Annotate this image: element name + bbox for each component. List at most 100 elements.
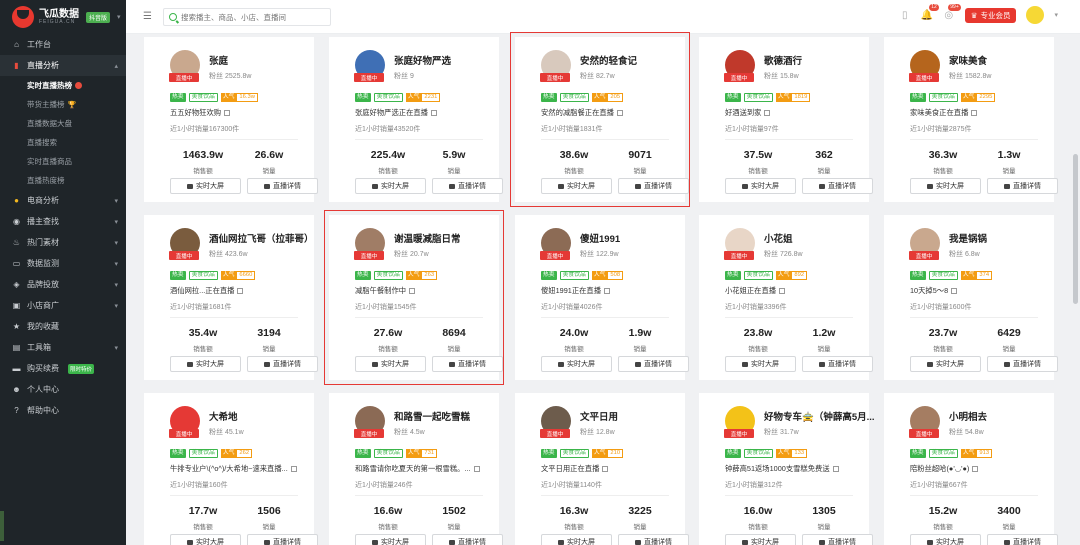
live-detail-button[interactable]: 直播详情 xyxy=(618,178,689,194)
sidebar-item-help[interactable]: ? 帮助中心 xyxy=(0,400,126,421)
anchor-avatar[interactable]: 直播中 xyxy=(540,406,571,438)
realtime-screen-button[interactable]: 实时大屏 xyxy=(170,534,241,545)
sidebar-item-live-analysis[interactable]: ▮ 直播分析 ▴ xyxy=(0,55,126,76)
edition-badge[interactable]: 抖音版 xyxy=(86,11,111,23)
anchor-name[interactable]: 谢温暖减脂日常 xyxy=(394,231,461,245)
live-detail-button[interactable]: 直播详情 xyxy=(802,534,873,545)
live-card[interactable]: 直播中 谢温暖减脂日常 粉丝 20.7w 热卖 美食饮品 人气 263 减脂午餐… xyxy=(324,210,504,385)
live-card[interactable]: 直播中 和路雪一起吃雪糕 粉丝 4.5w 热卖 美食饮品 人气 731 和路雪请… xyxy=(329,393,503,545)
realtime-screen-button[interactable]: 实时大屏 xyxy=(355,356,426,372)
anchor-avatar[interactable]: 直播中 xyxy=(540,50,571,82)
scrollbar[interactable] xyxy=(1071,34,1080,545)
realtime-screen-button[interactable]: 实时大屏 xyxy=(170,356,241,372)
live-card[interactable]: 直播中 家味美食 粉丝 1582.8w 热卖 美食饮品 人气 2295 家味美食… xyxy=(884,37,1058,202)
anchor-name[interactable]: 文平日用 xyxy=(580,409,618,423)
sidebar-subitem-live-goods[interactable]: 实时直播商品 xyxy=(0,152,126,171)
sidebar-item-anchor-search[interactable]: ◉ 播主查找 ▾ xyxy=(0,211,126,232)
side-drag-handle[interactable] xyxy=(0,511,4,541)
anchor-avatar[interactable]: 直播中 xyxy=(724,50,755,82)
sidebar-subitem-live-dashboard[interactable]: 直播数据大盘 xyxy=(0,114,126,133)
bell-icon[interactable]: 🔔 12 xyxy=(921,4,939,21)
anchor-avatar[interactable]: 直播中 xyxy=(540,228,571,260)
anchor-name[interactable]: 小明相去 xyxy=(949,409,987,423)
live-card[interactable]: 直播中 小明相去 粉丝 54.8w 热卖 美食饮品 人气 913 陪粉丝超哈(●… xyxy=(884,393,1058,545)
anchor-avatar[interactable]: 直播中 xyxy=(909,50,940,82)
qrcode-icon[interactable] xyxy=(237,288,244,294)
sidebar-subitem-live-search[interactable]: 直播搜索 xyxy=(0,133,126,152)
realtime-screen-button[interactable]: 实时大屏 xyxy=(725,534,796,545)
live-card[interactable]: 直播中 歌德酒行 粉丝 15.8w 热卖 美食饮品 人气 1819 好酒送到家 … xyxy=(699,37,873,202)
anchor-name[interactable]: 好物专车🚖（钟薛高5月... xyxy=(764,409,875,423)
anchor-name[interactable]: 家味美食 xyxy=(949,53,991,67)
avatar[interactable] xyxy=(1026,6,1045,24)
anchor-avatar[interactable]: 直播中 xyxy=(354,50,385,82)
anchor-name[interactable]: 大希地 xyxy=(209,409,244,423)
live-detail-button[interactable]: 直播详情 xyxy=(432,534,503,545)
sidebar-item-ecommerce[interactable]: ● 电商分析 ▾ xyxy=(0,190,126,211)
qrcode-icon[interactable] xyxy=(971,110,978,116)
sidebar-item-hot-material[interactable]: ♨ 热门素材 ▾ xyxy=(0,232,126,253)
anchor-avatar[interactable]: 直播中 xyxy=(354,406,385,438)
anchor-name[interactable]: 张庭 xyxy=(209,53,251,67)
anchor-avatar[interactable]: 直播中 xyxy=(724,406,755,438)
realtime-screen-button[interactable]: 实时大屏 xyxy=(910,178,981,194)
qrcode-icon[interactable] xyxy=(604,288,611,294)
logo[interactable]: 飞瓜数据 FEIGUA.CN 抖音版 ▾ xyxy=(0,0,126,34)
live-detail-button[interactable]: 直播详情 xyxy=(247,534,318,545)
live-detail-button[interactable]: 直播详情 xyxy=(987,356,1058,372)
anchor-name[interactable]: 歌德酒行 xyxy=(764,53,802,67)
sidebar-item-profile[interactable]: ☻ 个人中心 xyxy=(0,379,126,400)
live-card[interactable]: 直播中 文平日用 粉丝 12.8w 热卖 美食饮品 人气 210 文平日用正在直… xyxy=(515,393,689,545)
live-detail-button[interactable]: 直播详情 xyxy=(618,356,689,372)
anchor-avatar[interactable]: 直播中 xyxy=(169,228,200,260)
sidebar-item-brand[interactable]: ◈ 品牌投放 ▾ xyxy=(0,274,126,295)
sidebar-item-purchase[interactable]: ▬ 购买续费 限时特价 xyxy=(0,358,126,379)
anchor-avatar[interactable]: 直播中 xyxy=(909,406,940,438)
live-detail-button[interactable]: 直播详情 xyxy=(618,534,689,545)
qrcode-icon[interactable] xyxy=(764,110,771,116)
anchor-name[interactable]: 张庭好物严选 xyxy=(394,53,451,67)
sidebar-item-toolbox[interactable]: ▤ 工具箱 ▾ xyxy=(0,337,126,358)
realtime-screen-button[interactable]: 实时大屏 xyxy=(355,178,426,194)
qrcode-icon[interactable] xyxy=(473,466,480,472)
live-card[interactable]: 直播中 酒仙网拉飞哥（拉菲哥） 粉丝 423.6w 热卖 美食饮品 人气 666… xyxy=(144,215,318,380)
live-detail-button[interactable]: 直播详情 xyxy=(432,178,503,194)
live-detail-button[interactable]: 直播详情 xyxy=(802,356,873,372)
realtime-screen-button[interactable]: 实时大屏 xyxy=(910,356,981,372)
chevron-down-icon[interactable]: ▾ xyxy=(1054,11,1058,19)
qrcode-icon[interactable] xyxy=(430,110,437,116)
sidebar-subitem-live-hot[interactable]: 实时直播热榜 xyxy=(0,76,126,95)
live-card[interactable]: 直播中 大希地 粉丝 45.1w 热卖 美食饮品 人气 262 牛排专业户\(^… xyxy=(144,393,318,545)
qrcode-icon[interactable] xyxy=(972,466,979,472)
sidebar-item-shop-ads[interactable]: ▣ 小店商广 ▾ xyxy=(0,295,126,316)
realtime-screen-button[interactable]: 实时大屏 xyxy=(725,356,796,372)
realtime-screen-button[interactable]: 实时大屏 xyxy=(541,534,612,545)
live-detail-button[interactable]: 直播详情 xyxy=(987,178,1058,194)
search-input[interactable] xyxy=(181,12,321,22)
live-detail-button[interactable]: 直播详情 xyxy=(247,178,318,194)
live-card[interactable]: 直播中 我是锅锅 粉丝 6.8w 热卖 美食饮品 人气 374 10天掉5～8 … xyxy=(884,215,1058,380)
live-card[interactable]: 直播中 小花姐 粉丝 726.8w 热卖 美食饮品 人气 892 小花姐正在直播… xyxy=(699,215,873,380)
realtime-screen-button[interactable]: 实时大屏 xyxy=(170,178,241,194)
qrcode-icon[interactable] xyxy=(290,466,297,472)
chevron-down-icon[interactable]: ▾ xyxy=(117,13,121,21)
menu-toggle-icon[interactable]: ☰ xyxy=(143,11,152,22)
live-card[interactable]: 直播中 张庭好物严选 粉丝 9 热卖 美食饮品 人气 2231 张庭好物严选正在… xyxy=(329,37,503,202)
qrcode-icon[interactable] xyxy=(779,288,786,294)
anchor-name[interactable]: 傻妞1991 xyxy=(580,231,620,245)
live-detail-button[interactable]: 直播详情 xyxy=(432,356,503,372)
realtime-screen-button[interactable]: 实时大屏 xyxy=(910,534,981,545)
live-detail-button[interactable]: 直播详情 xyxy=(247,356,318,372)
sidebar-item-workbench[interactable]: ⌂ 工作台 xyxy=(0,34,126,55)
mobile-icon[interactable]: ▯ xyxy=(899,9,911,21)
anchor-name[interactable]: 酒仙网拉飞哥（拉菲哥） xyxy=(209,231,314,245)
anchor-avatar[interactable]: 直播中 xyxy=(169,406,200,438)
qrcode-icon[interactable] xyxy=(224,110,231,116)
vip-member-button[interactable]: ♛ 专业会员 xyxy=(964,7,1017,23)
anchor-avatar[interactable]: 直播中 xyxy=(169,50,200,82)
live-detail-button[interactable]: 直播详情 xyxy=(802,178,873,194)
anchor-name[interactable]: 安然的轻食记 xyxy=(580,53,637,67)
qrcode-icon[interactable] xyxy=(616,110,623,116)
live-card[interactable]: 直播中 安然的轻食记 粉丝 82.7w 热卖 美食饮品 人气 205 安然的减脂… xyxy=(510,32,690,207)
sidebar-item-favorites[interactable]: ★ 我的收藏 xyxy=(0,316,126,337)
